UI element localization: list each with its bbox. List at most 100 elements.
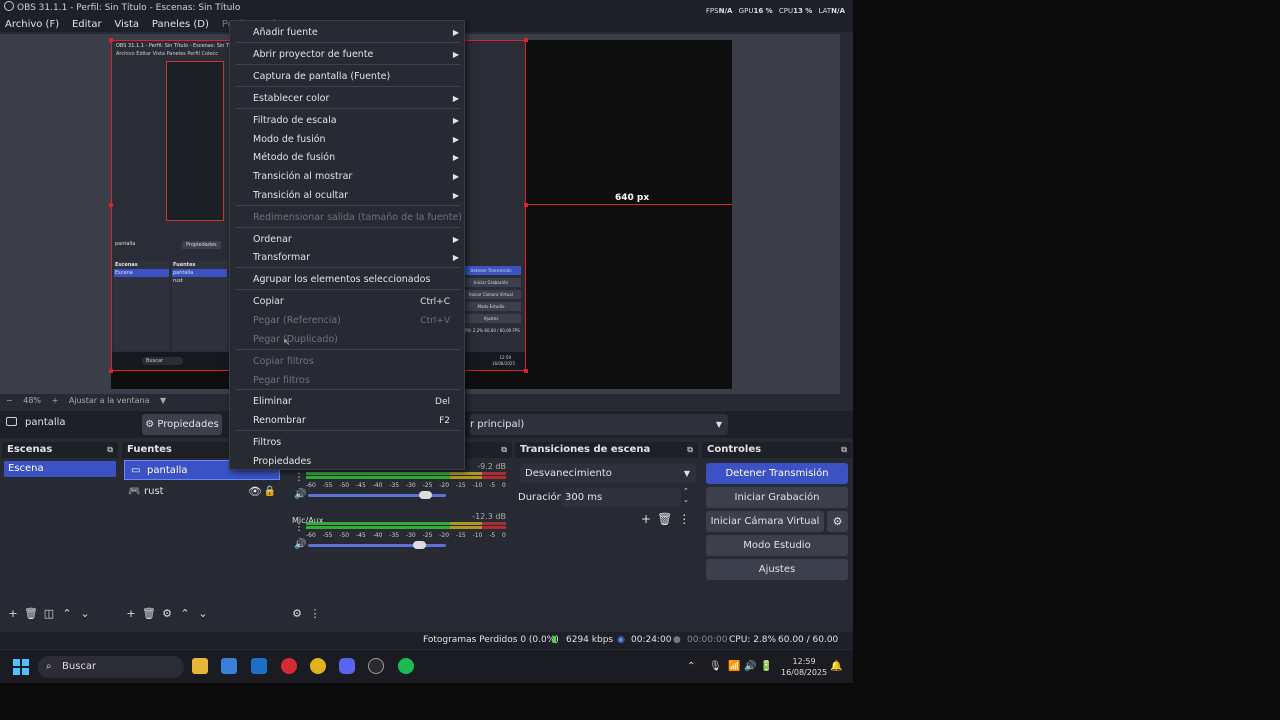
trash-icon[interactable]: 🗑 [140,607,158,620]
file-explorer-icon[interactable] [192,658,208,674]
source-item-rust[interactable]: 🎮 rust 👁 🔒 [122,482,282,502]
settings-button[interactable]: Ajustes [706,559,848,580]
volume-icon[interactable]: 🔊 [744,650,756,683]
discord-icon[interactable] [339,658,355,674]
arrow-down-icon[interactable]: ⌄ [76,607,94,620]
menu-editar[interactable]: Editar [67,17,106,30]
resize-handle-br[interactable] [524,369,528,373]
menu-item-transición-al-mostrar[interactable]: Transición al mostrar ▶ [230,168,466,186]
menu-item-renombrar[interactable]: Renombrar F2 [230,412,466,430]
advanced-audio-icon[interactable]: ⚙ [288,607,306,620]
add-icon[interactable]: + [4,607,22,620]
add-icon[interactable]: + [122,607,140,620]
undock-icon[interactable]: ⧉ [107,445,113,455]
more-icon[interactable]: ⋮ [678,512,690,526]
menu-item-pegar-referencia: Pegar (Referencia) Ctrl+V [230,312,466,330]
arrow-down-icon[interactable]: ⌄ [194,607,212,620]
menu-separator [236,267,460,268]
obs-icon[interactable] [368,658,384,674]
more-icon[interactable]: ⋮ [306,607,324,620]
undock-icon[interactable]: ⧉ [841,445,847,455]
system-clock[interactable]: 12:59 16/08/2025 [781,656,827,678]
app-icon[interactable] [281,658,297,674]
zoom-in-button[interactable]: + [52,396,59,405]
menu-item-modo-de-fusión[interactable]: Modo de fusión ▶ [230,131,466,149]
menu-separator [236,227,460,228]
taskbar-search[interactable]: ⌕ Buscar [38,656,184,678]
more-icon[interactable]: ⋮ [294,472,304,483]
menu-item-establecer-color[interactable]: Establecer color ▶ [230,90,466,108]
add-icon[interactable]: + [641,512,651,526]
menu-item-método-de-fusión[interactable]: Método de fusión ▶ [230,149,466,167]
menu-vista[interactable]: Vista [109,17,143,30]
menu-archivo[interactable]: Archivo (F) [0,17,63,30]
fit-to-window[interactable]: Ajustar a la ventana [69,396,150,405]
menu-item-captura-de-pantalla-fuente[interactable]: Captura de pantalla (Fuente) [230,68,466,86]
arrow-up-icon[interactable]: ⌃ [176,607,194,620]
menu-paneles[interactable]: Paneles (D) [147,17,213,30]
record-icon: ● [673,635,681,645]
chevron-down-icon[interactable]: ▼ [160,396,166,405]
eye-icon[interactable]: 👁 [248,482,262,502]
menu-item-ordenar[interactable]: Ordenar ▶ [230,231,466,249]
menu-item-copiar[interactable]: Copiar Ctrl+C [230,293,466,311]
stream-icon: ◉ [617,635,625,645]
menu-item-abrir-proyector-de-fuente[interactable]: Abrir proyector de fuente ▶ [230,46,466,64]
volume-knob[interactable] [418,491,432,499]
studio-mode-button[interactable]: Modo Estudio [706,535,848,556]
zoom-out-button[interactable]: − [6,396,13,405]
volume-icon[interactable]: 🔊 [294,539,306,550]
battery-icon[interactable]: 🔋 [760,650,772,683]
properties-button[interactable]: ⚙ Propiedades [142,414,222,435]
menu-item-eliminar[interactable]: Eliminar Del [230,393,466,411]
undock-icon[interactable]: ⧉ [501,445,507,455]
stepper-icon[interactable]: ⌃ ⌄ [683,487,689,505]
scene-item[interactable]: Escena [4,461,116,477]
recursive-preview [166,61,224,221]
windows-taskbar: ⌕ Buscar ⌃ 🎙 📶 🔊 🔋 12:59 16/08/2025 🔔 [0,650,853,683]
menu-item-pegar-duplicado: Pegar (Duplicado) [253,334,338,345]
lock-icon[interactable]: 🔒 [264,482,276,502]
more-icon[interactable]: ⋮ [294,522,304,533]
undock-icon[interactable]: ⧉ [687,445,693,455]
start-virtual-camera-button[interactable]: Iniciar Cámara Virtual [706,511,824,532]
resize-handle-bl[interactable] [109,369,113,373]
windows-start-icon[interactable] [13,659,29,675]
menu-separator [236,430,460,431]
trash-icon[interactable]: 🗑 [657,512,672,526]
menu-item-añadir-fuente[interactable]: Añadir fuente ▶ [230,24,466,42]
meter-scale: -60 -55 -50 -45 -40 -35 -30 -25 -20 -15 -10 -5 0 [306,482,506,489]
trash-icon[interactable]: 🗑 [22,607,40,620]
menu-item-transición-al-ocultar[interactable]: Transición al ocultar ▶ [230,187,466,205]
selected-source-name: pantalla [6,417,66,428]
resize-handle-tr[interactable] [524,38,528,42]
chrome-icon[interactable] [310,658,326,674]
microphone-icon[interactable]: 🎙 [709,650,722,683]
gear-icon[interactable]: ⚙ [158,607,176,620]
menu-item-propiedades[interactable]: Propiedades [230,453,466,471]
wifi-icon[interactable]: 📶 [728,650,740,683]
resize-handle-l[interactable] [109,203,113,207]
menu-item-filtrado-de-escala[interactable]: Filtrado de escala ▶ [230,112,466,130]
volume-knob[interactable] [412,541,426,549]
mini-controls: Detener Transmisión Iniciar Grabación In… [461,266,521,333]
stop-stream-button[interactable]: Detener Transmisión [706,463,848,484]
volume-icon[interactable]: 🔊 [294,489,306,500]
store-icon[interactable] [221,658,237,674]
start-recording-button[interactable]: Iniciar Grabación [706,487,848,508]
outlook-icon[interactable] [251,658,267,674]
spotify-icon[interactable] [398,658,414,674]
menu-item-transformar[interactable]: Transformar ▶ [230,249,466,267]
menu-item-filtros[interactable]: Filtros [230,434,466,452]
duration-input[interactable]: 300 ms [561,488,681,507]
gear-icon[interactable]: ⚙ [827,511,848,532]
shortcut-label: Ctrl+C [420,297,450,307]
arrow-up-icon[interactable]: ⌃ [58,607,76,620]
display-select[interactable]: r principal) ▼ [470,414,728,435]
notifications-icon[interactable]: 🔔 [830,650,842,683]
resize-handle-tl[interactable] [109,38,113,42]
menu-item-agrupar-los-elementos-seleccionados[interactable]: Agrupar los elementos seleccionados [230,271,466,289]
transition-select[interactable]: Desvanecimiento ▼ [520,464,696,483]
chevron-up-icon[interactable]: ⌃ [687,650,695,683]
filter-icon[interactable]: ◫ [40,607,58,620]
